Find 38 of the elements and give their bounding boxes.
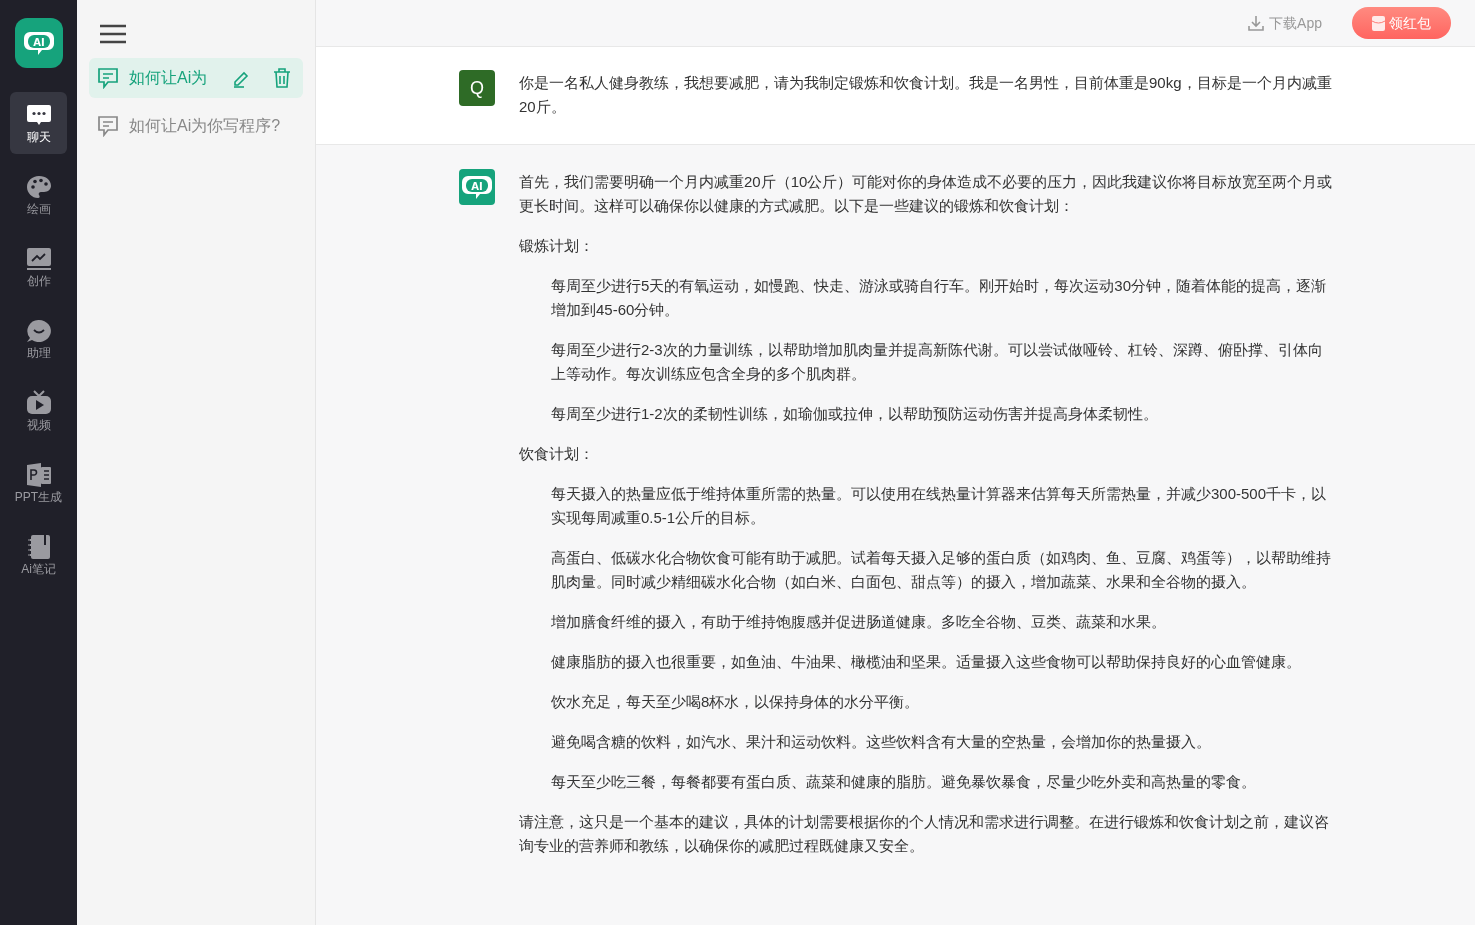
ppt-icon: [25, 462, 52, 488]
nav-item[interactable]: 绘画: [10, 164, 67, 226]
delete-icon[interactable]: [273, 68, 291, 88]
answer-paragraph: 锻炼计划：: [519, 236, 595, 256]
nav-item[interactable]: 聊天: [10, 92, 67, 154]
plan-item-text: 每天至少吃三餐，每餐都要有蛋白质、蔬菜和健康的脂肪。避免暴饮暴食，尽量少吃外卖和高热量的零食。: [550, 772, 1257, 792]
notebook-icon: [25, 534, 52, 560]
plan-item-text: 饮水充足，每天至少喝8杯水，以保持身体的水分平衡。: [550, 692, 921, 712]
answer-paragraph: 首先，我们需要明确一个月内减重20斤（10公斤）可能对你的身体造成不必要的压力，因此我建议你将目标放宽至两个月或更长时间。这样可以确保你以健康的方式减肥。以下是一些建议的锻炼和饮食计划：: [519, 172, 1334, 216]
plan-item-text: 每周至少进行5天的有氧运动，如慢跑、快走、游泳或骑自行车。刚开始时，每次运动30分钟，随着体能的提高，逐渐增加到45-60分钟。: [550, 276, 1328, 320]
chart-icon: [25, 246, 52, 272]
chat-bubble-icon: [97, 67, 119, 89]
user-avatar: Q: [459, 70, 495, 106]
download-icon[interactable]: [1247, 14, 1266, 32]
conversation-item[interactable]: 如何让Ai为你写程序?: [89, 106, 303, 146]
plan-item-text: 高蛋白、低碳水化合物饮食可能有助于减肥。试着每天摄入足够的蛋白质（如鸡肉、鱼、豆腐、鸡蛋等），以帮助维持肌肉量。同时减少精细碳水化合物（如白米、白面包、甜点等）的摄入，增加蔬菜、水果和全谷物的摄入。: [550, 548, 1332, 592]
nav-item[interactable]: 创作: [10, 236, 67, 298]
ai-avatar: AI: [459, 169, 495, 205]
video-icon: [25, 390, 52, 416]
envelope-icon: [1372, 15, 1385, 31]
answer-paragraph: 请注意，这只是一个基本的建议，具体的计划需要根据你的个人情况和需求进行调整。在进行锻炼和饮食计划之前，建议咨询专业的营养师和教练，以确保你的减肥过程既健康又安全。: [519, 812, 1330, 856]
plan-item-text: 增加膳食纤维的摄入，有助于维持饱腹感并促进肠道健康。多吃全谷物、豆类、蔬菜和水果。: [550, 612, 1167, 632]
palette-icon: [25, 174, 52, 200]
nav-item[interactable]: Ai笔记: [10, 524, 67, 586]
answer-paragraph: 饮食计划：: [519, 444, 595, 464]
plan-item-text: 每天摄入的热量应低于维持体重所需的热量。可以使用在线热量计算器来估算每天所需热量，并减少300-500千卡，以实现每周减重0.5-1公斤的目标。: [550, 484, 1328, 528]
plan-item-text: 每周至少进行1-2次的柔韧性训练，如瑜伽或拉伸，以帮助预防运动伤害并提高身体柔韧性。: [550, 404, 1159, 424]
assistant-icon: [25, 318, 52, 344]
plan-item-text: 避免喝含糖的饮料，如汽水、果汁和运动饮料。这些饮料含有大量的空热量，会增加你的热量摄入。: [550, 732, 1212, 752]
question-text: 你是一名私人健身教练，我想要减肥，请为我制定锻炼和饮食计划。我是一名男性，目前体重是90kg，目标是一个月内减重20斤。: [519, 73, 1333, 117]
nav-item[interactable]: 助理: [10, 308, 67, 370]
nav-item[interactable]: PPT生成: [10, 452, 67, 514]
nav-item[interactable]: 视频: [10, 380, 67, 442]
app-logo: AI: [14, 18, 63, 68]
plan-item-text: 每周至少进行2-3次的力量训练，以帮助增加肌肉量并提高新陈代谢。可以尝试做哑铃、杠铃、深蹲、俯卧撑、引体向上等动作。每次训练应包含全身的多个肌肉群。: [550, 340, 1324, 384]
plan-item-text: 健康脂肪的摄入也很重要，如鱼油、牛油果、橄榄油和坚果。适量摄入这些食物可以帮助保持良好的心血管健康。: [550, 652, 1302, 672]
menu-icon[interactable]: [99, 24, 127, 44]
chat-bubble-icon: [97, 115, 119, 137]
